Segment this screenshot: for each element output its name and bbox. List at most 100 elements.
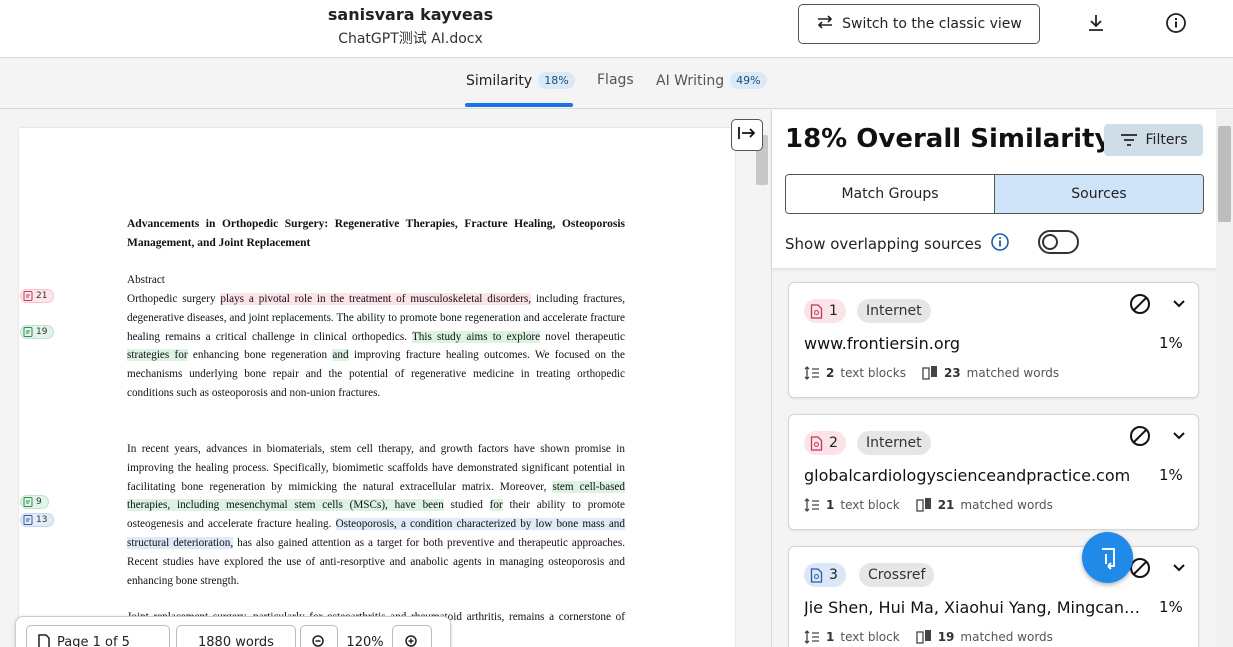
active-tab-indicator [465,103,573,107]
internet-source-icon [810,435,823,451]
word-count-label: 1880 words [198,634,274,647]
matched-words-count: 19 [937,630,955,644]
match-marker[interactable]: 13 [20,513,55,527]
zoom-in-button[interactable] [392,625,432,647]
text-blocks-icon [804,630,819,644]
source-stats: 2 text blocks 23 matched words [804,365,1059,381]
filters-label: Filters [1145,132,1188,148]
exclude-source-icon[interactable] [1129,293,1151,319]
open-source-icon [1101,547,1115,570]
view-segmented-control: Match Groups Sources [785,174,1204,214]
zoom-in-icon [405,635,417,647]
matched-words-count: 23 [943,366,961,380]
source-name[interactable]: Jie Shen, Hui Ma, Xiaohui Yang, Mingcan … [804,598,1144,617]
tab-similarity-label: Similarity [466,72,533,89]
matched-words-label: matched words [966,366,1060,380]
match-highlight[interactable]: and [332,349,349,362]
paragraph-recent-years: In recent years, advances in biomaterial… [127,440,625,590]
matched-words-label: matched words [960,630,1053,644]
match-marker-number: 19 [36,327,48,337]
page-navigator[interactable]: Page 1 of 5 [26,625,170,647]
exclude-source-icon[interactable] [1129,425,1151,451]
source-rank: 2 [804,431,846,455]
match-highlight[interactable]: plays a pivotal role in the treatment of… [220,293,532,305]
match-highlight[interactable]: strategies for [127,349,188,362]
crossref-source-icon [810,567,823,583]
info-icon[interactable] [1165,12,1187,34]
source-stats: 1 text block 21 matched words [804,497,1053,513]
source-percentage: 1% [1159,466,1183,484]
text-blocks-count: 1 [826,498,835,512]
matched-words-icon [922,366,937,380]
overlapping-sources-toggle[interactable] [1038,230,1079,254]
text-blocks-icon [804,498,819,512]
top-bar: sanisvara kayveas ChatGPT测试 AI.docx Swit… [0,0,1233,58]
source-card[interactable]: 1 Internet www.frontiersin.org 1% 2 text… [788,282,1199,398]
panel-scrollbar[interactable] [1216,110,1233,647]
source-percentage: 1% [1159,334,1183,352]
matched-words-label: matched words [960,498,1053,512]
source-stats: 1 text block 19 matched words [804,629,1053,645]
source-rank-number: 2 [829,435,838,451]
toggle-knob [1042,234,1058,250]
zoom-out-button[interactable] [300,625,338,647]
source-type-badge: Internet [857,431,931,455]
ai-writing-badge: 49% [730,72,767,89]
text-blocks-label: text blocks [840,366,906,380]
zoom-level-value: 120% [346,634,384,647]
segment-sources[interactable]: Sources [994,175,1203,213]
word-count: 1880 words [176,625,296,647]
match-highlight[interactable]: This study aims to explore [411,330,541,343]
panel-header: 18% Overall Similarity Filters Match Gro… [772,110,1217,268]
switch-classic-view-button[interactable]: Switch to the classic view [798,4,1040,44]
match-marker-number: 9 [36,497,42,507]
floating-action-button[interactable] [1082,532,1133,583]
tab-flags-label: Flags [597,72,634,88]
swap-arrows-icon [816,15,834,33]
text-run: studied [443,499,490,512]
document-file-name: ChatGPT测试 AI.docx [338,31,483,47]
tab-ai-writing-label: AI Writing [656,72,725,89]
segment-match-groups[interactable]: Match Groups [786,175,994,213]
match-marker[interactable]: 21 [20,289,55,303]
document-toolbar: Page 1 of 5 1880 words 120% [15,616,451,647]
source-name[interactable]: www.frontiersin.org [804,334,1144,353]
match-marker[interactable]: 19 [20,325,55,339]
tab-flags[interactable]: Flags [597,72,634,88]
chevron-down-icon[interactable] [1171,427,1187,447]
text-blocks-count: 2 [826,366,835,380]
source-doc-icon [23,515,33,525]
tab-ai-writing[interactable]: AI Writing 49% [656,72,767,89]
match-highlight[interactable]: for [489,499,503,512]
filters-button[interactable]: Filters [1104,124,1203,156]
collapse-panel-button[interactable] [731,119,763,151]
info-icon[interactable] [990,232,1010,256]
source-rank-number: 3 [829,567,838,583]
match-marker[interactable]: 9 [20,495,49,509]
document-owner: sanisvara kayveas [327,5,494,24]
download-icon[interactable] [1085,12,1107,34]
matched-words-icon [916,630,931,644]
text-blocks-count: 1 [826,630,835,644]
tab-similarity[interactable]: Similarity 18% [466,72,575,89]
internet-source-icon [810,303,823,319]
source-rank-number: 1 [829,303,838,319]
zoom-out-icon [312,635,324,647]
text-run: novel therapeutic [540,330,625,343]
chevron-down-icon[interactable] [1171,559,1187,579]
document-title: Advancements in Orthopedic Surgery: Rege… [127,218,625,249]
overlapping-sources-row: Show overlapping sources [785,232,1010,256]
text-blocks-label: text block [840,630,900,644]
source-card[interactable]: 3 Crossref Jie Shen, Hui Ma, Xiaohui Yan… [788,546,1199,647]
source-name[interactable]: globalcardiologyscienceandpractice.com [804,466,1144,485]
overall-similarity-title: 18% Overall Similarity [785,124,1112,154]
similarity-badge: 18% [538,72,575,89]
source-rank: 3 [804,563,846,587]
source-card[interactable]: 2 Internet globalcardiologyscienceandpra… [788,414,1199,530]
arrow-right-bar-icon [737,125,757,145]
panel-scrollbar-thumb[interactable] [1218,126,1231,222]
source-doc-icon [23,291,33,301]
chevron-down-icon[interactable] [1171,295,1187,315]
source-rank: 1 [804,299,846,323]
source-type-badge: Crossref [859,563,935,587]
